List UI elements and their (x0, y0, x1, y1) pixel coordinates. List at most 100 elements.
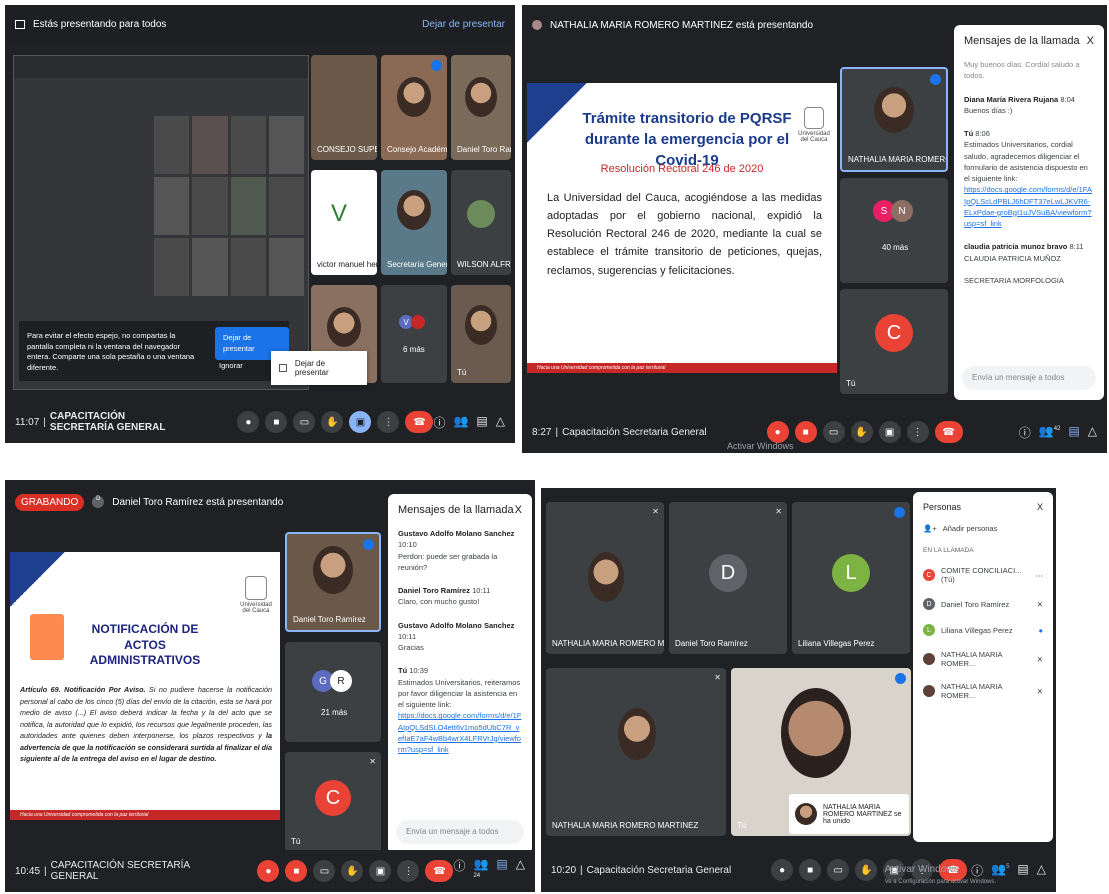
more-icon[interactable]: ⋮ (397, 860, 420, 882)
mic-icon[interactable]: ● (237, 411, 260, 433)
close-icon[interactable]: X (1037, 502, 1043, 512)
activities-icon[interactable]: △ (516, 857, 525, 885)
person-row[interactable]: L Liliana Villegas Perez ● (923, 624, 1043, 636)
university-emblem: Universidad del Cauca (797, 107, 831, 143)
raise-hand-icon[interactable]: ✋ (341, 860, 364, 882)
chat-message: claudia patricia munoz bravo 8:11 CLAUDIA… (964, 242, 1084, 285)
activities-icon[interactable]: △ (1037, 862, 1046, 879)
captions-icon[interactable]: ▭ (827, 859, 850, 881)
tile-secretaria-general[interactable]: Secretaría General (381, 170, 447, 275)
more-icon[interactable]: ⋮ (906, 421, 929, 443)
more-icon: ⋯ (1035, 570, 1044, 580)
info-icon[interactable]: ⓘ (453, 857, 465, 885)
captions-icon[interactable]: ▭ (293, 411, 316, 433)
captions-icon[interactable]: ▭ (313, 860, 336, 882)
chat-message: Gustavo Adolfo Molano Sanchez 10:10 Perdo… (398, 529, 515, 572)
form-link[interactable]: https://docs.google.com/forms/d/e/1FAIpQ… (964, 185, 1092, 228)
presentation-slide: Trámite transitorio de PQRSF durante la … (527, 83, 837, 373)
tile-daniel-toro[interactable]: Daniel Toro Ramírez (451, 55, 511, 160)
tile-nathalia-1[interactable]: ✕NATHALIA MARIA ROMERO MARTINEZ (546, 502, 664, 654)
tile-nathalia-2[interactable]: ✕ NATHALIA MARIA ROMERO MARTINEZ (546, 668, 726, 836)
people-panel: Personas X 👤+ Añadir personas EN LA LLAMAD… (913, 492, 1053, 842)
slide-subtitle: Resolución Rectoral 246 de 2020 (600, 163, 764, 175)
presenting-banner: Estás presentando para todos Dejar de pr… (5, 5, 515, 43)
tile-more[interactable]: G R 21 más (285, 642, 381, 742)
camera-icon[interactable]: ■ (799, 859, 822, 881)
ignore-button[interactable]: Ignorar (219, 361, 243, 372)
chat-icon[interactable]: ▤ (496, 857, 507, 885)
activities-icon[interactable]: △ (1088, 424, 1097, 441)
chat-input[interactable]: Envía un mensaje a todos (396, 820, 524, 844)
end-call-icon[interactable]: ☎ (405, 411, 434, 433)
end-call-icon[interactable]: ☎ (425, 860, 454, 882)
tile-liliana[interactable]: L Liliana Villegas Perez (792, 502, 910, 654)
activities-icon[interactable]: △ (496, 414, 505, 431)
chat-icon[interactable]: ▤ (476, 414, 487, 431)
tile-wilson[interactable]: WILSON ALFREDO B... (451, 170, 511, 275)
control-bar: 10:45 | CAPACITACIÓN SECRETARÍA GENERAL ● ■… (5, 850, 535, 892)
tile-self[interactable]: Tú (451, 285, 511, 383)
mic-off-icon: ✕ (369, 757, 376, 766)
raise-hand-icon[interactable]: ✋ (855, 859, 878, 881)
captions-icon[interactable]: ▭ (822, 421, 845, 443)
tile-more[interactable]: S N 40 más (840, 178, 948, 283)
present-icon[interactable]: ▣ (369, 860, 392, 882)
mic-off-icon[interactable]: ● (257, 860, 280, 882)
tile-consejo-academico[interactable]: Consejo Académico (381, 55, 447, 160)
university-emblem: Universidad del Cauca (238, 576, 274, 614)
logo-icon: V (331, 200, 348, 227)
tile-more[interactable]: V6 más (381, 285, 447, 383)
add-people-button[interactable]: 👤+ Añadir personas (923, 524, 1043, 533)
meet-window-2: NATHALIA MARIA ROMERO MARTINEZ está pres… (522, 5, 1107, 453)
chat-input[interactable]: Envía un mensaje a todos (962, 366, 1096, 390)
raise-hand-icon[interactable]: ✋ (321, 411, 344, 433)
speaking-icon: ● (1038, 625, 1043, 635)
tile-daniel-toro[interactable]: Daniel Toro Ramírez (285, 532, 381, 632)
mic-icon[interactable]: ● (771, 859, 794, 881)
people-icon[interactable]: 👥 (453, 414, 468, 431)
slide-corner (10, 552, 65, 607)
mic-off-icon[interactable]: ● (766, 421, 789, 443)
tile-nathalia[interactable]: NATHALIA MARIA ROMERO MAR... (840, 67, 948, 172)
people-icon[interactable]: 👥42 (1039, 424, 1061, 441)
people-icon[interactable]: 👥24 (473, 857, 488, 885)
present-icon[interactable]: ▣ (878, 421, 901, 443)
stop-presenting-link[interactable]: Dejar de presentar (422, 19, 505, 30)
stop-popup[interactable]: Dejar de presentar (271, 351, 367, 385)
chat-message: Gustavo Adolfo Molano Sanchez 10:11 Graci… (398, 620, 515, 653)
raise-hand-icon[interactable]: ✋ (850, 421, 873, 443)
info-icon[interactable]: ⓘ (433, 414, 445, 431)
mic-off-icon: ✕ (1036, 599, 1043, 609)
tile-self[interactable]: C Tú ✕ (285, 752, 381, 852)
add-person-icon: 👤+ (923, 524, 937, 533)
person-row[interactable]: C COMITE CONCILIACI... (Tú) ⋯ (923, 566, 1043, 584)
camera-off-icon[interactable]: ■ (794, 421, 817, 443)
speaking-icon (431, 60, 442, 71)
person-row[interactable]: NATHALIA MARIA ROMER... ✕ (923, 682, 1043, 700)
person-row[interactable]: D Daniel Toro Ramírez ✕ (923, 598, 1043, 610)
mic-off-icon: ✕ (775, 507, 782, 516)
end-call-icon[interactable]: ☎ (934, 421, 963, 443)
tile-daniel-toro[interactable]: D ✕ Daniel Toro Ramírez (669, 502, 787, 654)
camera-icon[interactable]: ■ (265, 411, 288, 433)
close-icon[interactable]: X (515, 504, 522, 516)
control-bar: 8:27 | Capacitación Secretaria General ● ■ ▭… (522, 411, 1107, 453)
chat-icon[interactable]: ▤ (1068, 424, 1079, 441)
person-row[interactable]: NATHALIA MARIA ROMER... ✕ (923, 650, 1043, 668)
tile-consejo-superior[interactable]: CONSEJO SUPERIOR (311, 55, 377, 160)
more-icon[interactable]: ⋮ (377, 411, 400, 433)
present-icon[interactable]: ▣ (349, 411, 372, 433)
meet-window-3: GRABANDO D Daniel Toro Ramírez está pres… (5, 480, 535, 892)
close-icon[interactable]: X (1087, 35, 1094, 47)
chat-icon[interactable]: ▤ (1017, 862, 1028, 879)
tile-self[interactable]: C Tú (840, 289, 948, 394)
camera-off-icon[interactable]: ■ (285, 860, 308, 882)
chat-message: Daniel Toro Ramírez 10:11 Claro, con much… (398, 586, 491, 607)
form-link[interactable]: https://docs.google.com/forms/d/e/1FAIpQ… (398, 711, 521, 754)
tile-victor[interactable]: Vvictor manuel herrer... (311, 170, 377, 275)
presentation-slide: NOTIFICACIÓN DE ACTOS ADMINISTRATIVOS Un… (10, 552, 280, 820)
info-icon[interactable]: ⓘ (1019, 424, 1031, 441)
section-label: EN LA LLAMADA (923, 547, 974, 554)
present-icon (15, 19, 25, 29)
avatar (532, 20, 542, 30)
